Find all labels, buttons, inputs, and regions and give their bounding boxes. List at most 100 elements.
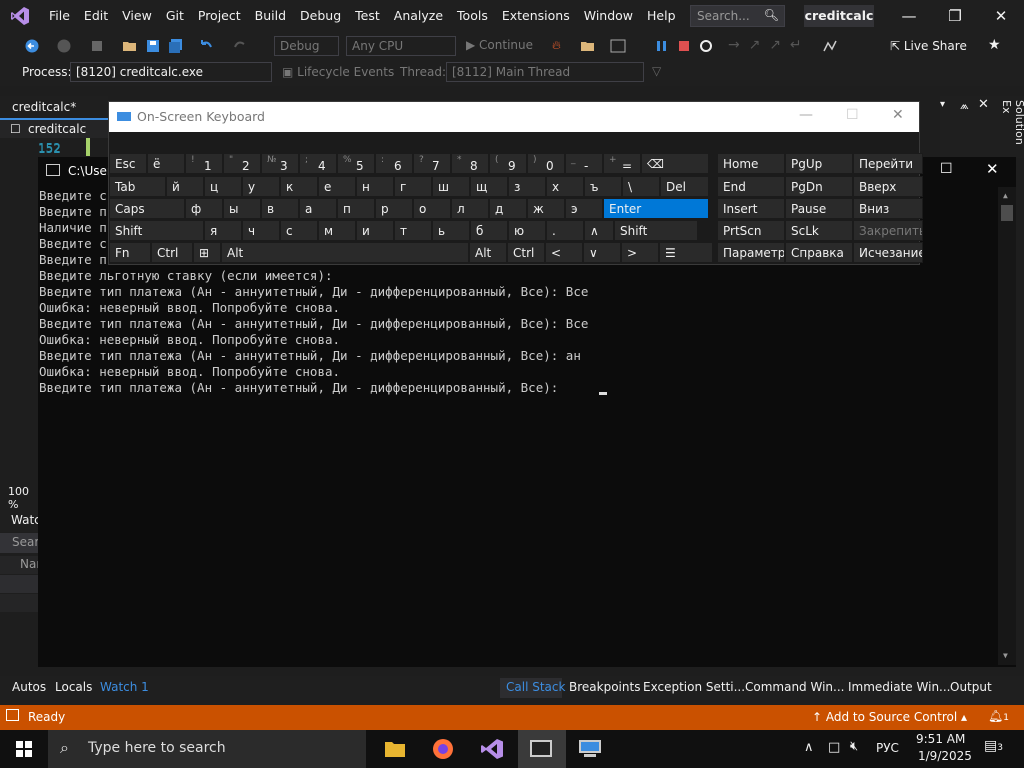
key-6[interactable]: :6	[375, 153, 413, 174]
key-shift-left[interactable]: Shift	[109, 220, 204, 241]
tab-output[interactable]: Output	[950, 680, 992, 694]
key-nav-4-0[interactable]: Параметры	[717, 242, 785, 263]
key-4[interactable]: ; 4	[299, 153, 337, 174]
key-backspace[interactable]: ⌫	[641, 153, 709, 174]
firefox-icon[interactable]	[432, 738, 454, 760]
key-б[interactable]: б	[470, 220, 508, 241]
key-right[interactable]: >	[621, 242, 659, 263]
file-explorer-icon[interactable]	[384, 739, 406, 759]
scroll-thumb[interactable]	[1001, 205, 1013, 221]
volume-icon[interactable]: 🔇︎	[850, 739, 858, 754]
console-scrollbar[interactable]: ▲ ▼	[998, 187, 1016, 665]
console-close-icon[interactable]: ✕	[986, 160, 999, 178]
key-shift-right[interactable]: Shift	[614, 220, 698, 241]
action-center-icon[interactable]: ▤3	[984, 738, 1003, 754]
vs-search-input[interactable]: Search... 🔍︎	[690, 5, 785, 27]
key-nav-3-2[interactable]: Закрепить	[853, 220, 923, 241]
key-8[interactable]: * 8	[451, 153, 489, 174]
clock-date[interactable]: 1/9/2025	[918, 749, 972, 763]
key-nav-1-1[interactable]: PgDn	[785, 176, 853, 197]
key-del[interactable]: Del	[660, 176, 709, 197]
save-icon[interactable]	[145, 39, 161, 53]
key-=[interactable]: + =	[603, 153, 641, 174]
key-alt-right[interactable]: Alt	[469, 242, 507, 263]
key-ъ[interactable]: ъ	[584, 176, 622, 197]
key-ю[interactable]: ю	[508, 220, 546, 241]
pause-icon[interactable]	[654, 39, 670, 53]
key-ctrl-right[interactable]: Ctrl	[507, 242, 545, 263]
menu-file[interactable]: File	[42, 0, 77, 32]
osk-taskbar-icon[interactable]	[578, 739, 602, 759]
config-dropdown[interactable]: Debug	[274, 36, 339, 56]
key-nav-2-1[interactable]: Pause	[785, 198, 853, 219]
key-д[interactable]: д	[489, 198, 527, 219]
key-й[interactable]: й	[166, 176, 204, 197]
key-а[interactable]: а	[299, 198, 337, 219]
key-nav-4-1[interactable]: Справка	[785, 242, 853, 263]
menu-build[interactable]: Build	[248, 0, 293, 32]
stop-icon[interactable]	[676, 39, 692, 53]
key-с[interactable]: с	[280, 220, 318, 241]
language-indicator[interactable]: РУС	[876, 741, 899, 755]
key-yo[interactable]: ё	[147, 153, 185, 174]
key-esc[interactable]: Esc	[109, 153, 147, 174]
key-caps[interactable]: Caps	[109, 198, 185, 219]
key-up[interactable]: ∧	[584, 220, 614, 241]
tab-exception-settings[interactable]: Exception Setti...	[643, 680, 745, 694]
key-в[interactable]: в	[261, 198, 299, 219]
key-menu[interactable]: ☰	[659, 242, 713, 263]
key-ь[interactable]: ь	[432, 220, 470, 241]
tab-locals[interactable]: Locals	[55, 680, 92, 694]
key-ф[interactable]: ф	[185, 198, 223, 219]
tab-watch-1[interactable]: Watch 1	[100, 680, 149, 694]
key-0[interactable]: ) 0	[527, 153, 565, 174]
visual-studio-taskbar-icon[interactable]	[480, 738, 504, 760]
key-nav-3-0[interactable]: PrtScn	[717, 220, 785, 241]
open-folder-icon-2[interactable]	[580, 39, 596, 53]
menu-analyze[interactable]: Analyze	[387, 0, 450, 32]
scroll-down-icon[interactable]: ▼	[1003, 651, 1008, 660]
platform-dropdown[interactable]: Any CPU	[346, 36, 456, 56]
key-1[interactable]: ! 1	[185, 153, 223, 174]
restart-icon[interactable]	[698, 39, 714, 53]
key-к[interactable]: к	[280, 176, 318, 197]
key-nav-0-0[interactable]: Home	[717, 153, 785, 174]
process-dropdown[interactable]: [8120] creditcalc.exe	[70, 62, 272, 82]
key-ы[interactable]: ы	[223, 198, 261, 219]
key-nav-3-1[interactable]: ScLk	[785, 220, 853, 241]
menu-project[interactable]: Project	[191, 0, 248, 32]
key-о[interactable]: о	[413, 198, 451, 219]
key-х[interactable]: х	[546, 176, 584, 197]
console-taskbar-button[interactable]	[518, 730, 566, 768]
key-р[interactable]: р	[375, 198, 413, 219]
key-7[interactable]: ? 7	[413, 153, 451, 174]
tab-breakpoints[interactable]: Breakpoints	[569, 680, 640, 694]
diagnostics-icon[interactable]	[822, 39, 838, 53]
key-я[interactable]: я	[204, 220, 242, 241]
back-icon[interactable]	[24, 39, 40, 53]
restore-icon[interactable]: ❐	[932, 0, 978, 32]
key-nav-0-1[interactable]: PgUp	[785, 153, 853, 174]
key-nav-1-2[interactable]: Вверх	[853, 176, 923, 197]
menu-git[interactable]: Git	[159, 0, 191, 32]
filter-icon[interactable]: ▽	[652, 64, 661, 78]
taskbar-search[interactable]: ⌕ Type here to search	[48, 730, 366, 768]
key-э[interactable]: э	[565, 198, 603, 219]
osk-minimize-icon[interactable]: —	[799, 107, 813, 123]
class-dropdown[interactable]: ☐ creditcalc	[0, 118, 108, 138]
live-share-button[interactable]: ⇱ Live Share	[890, 39, 967, 53]
key-nav-1-0[interactable]: End	[717, 176, 785, 197]
redo-icon[interactable]	[232, 39, 248, 53]
browse-icon[interactable]	[610, 39, 626, 53]
undo-icon[interactable]	[198, 39, 214, 53]
notifications-icon[interactable]: 🔔︎1	[988, 709, 1009, 723]
close-icon[interactable]: ✕	[978, 0, 1024, 32]
clock-time[interactable]: 9:51 AM	[916, 732, 965, 746]
tab-command-window[interactable]: Command Win...	[745, 680, 844, 694]
thread-dropdown[interactable]: [8112] Main Thread	[446, 62, 644, 82]
menu-help[interactable]: Help	[640, 0, 683, 32]
console-maximize-icon[interactable]: ☐	[940, 161, 953, 177]
menu-window[interactable]: Window	[577, 0, 640, 32]
minimize-icon[interactable]: —	[886, 0, 932, 32]
menu-view[interactable]: View	[115, 0, 159, 32]
